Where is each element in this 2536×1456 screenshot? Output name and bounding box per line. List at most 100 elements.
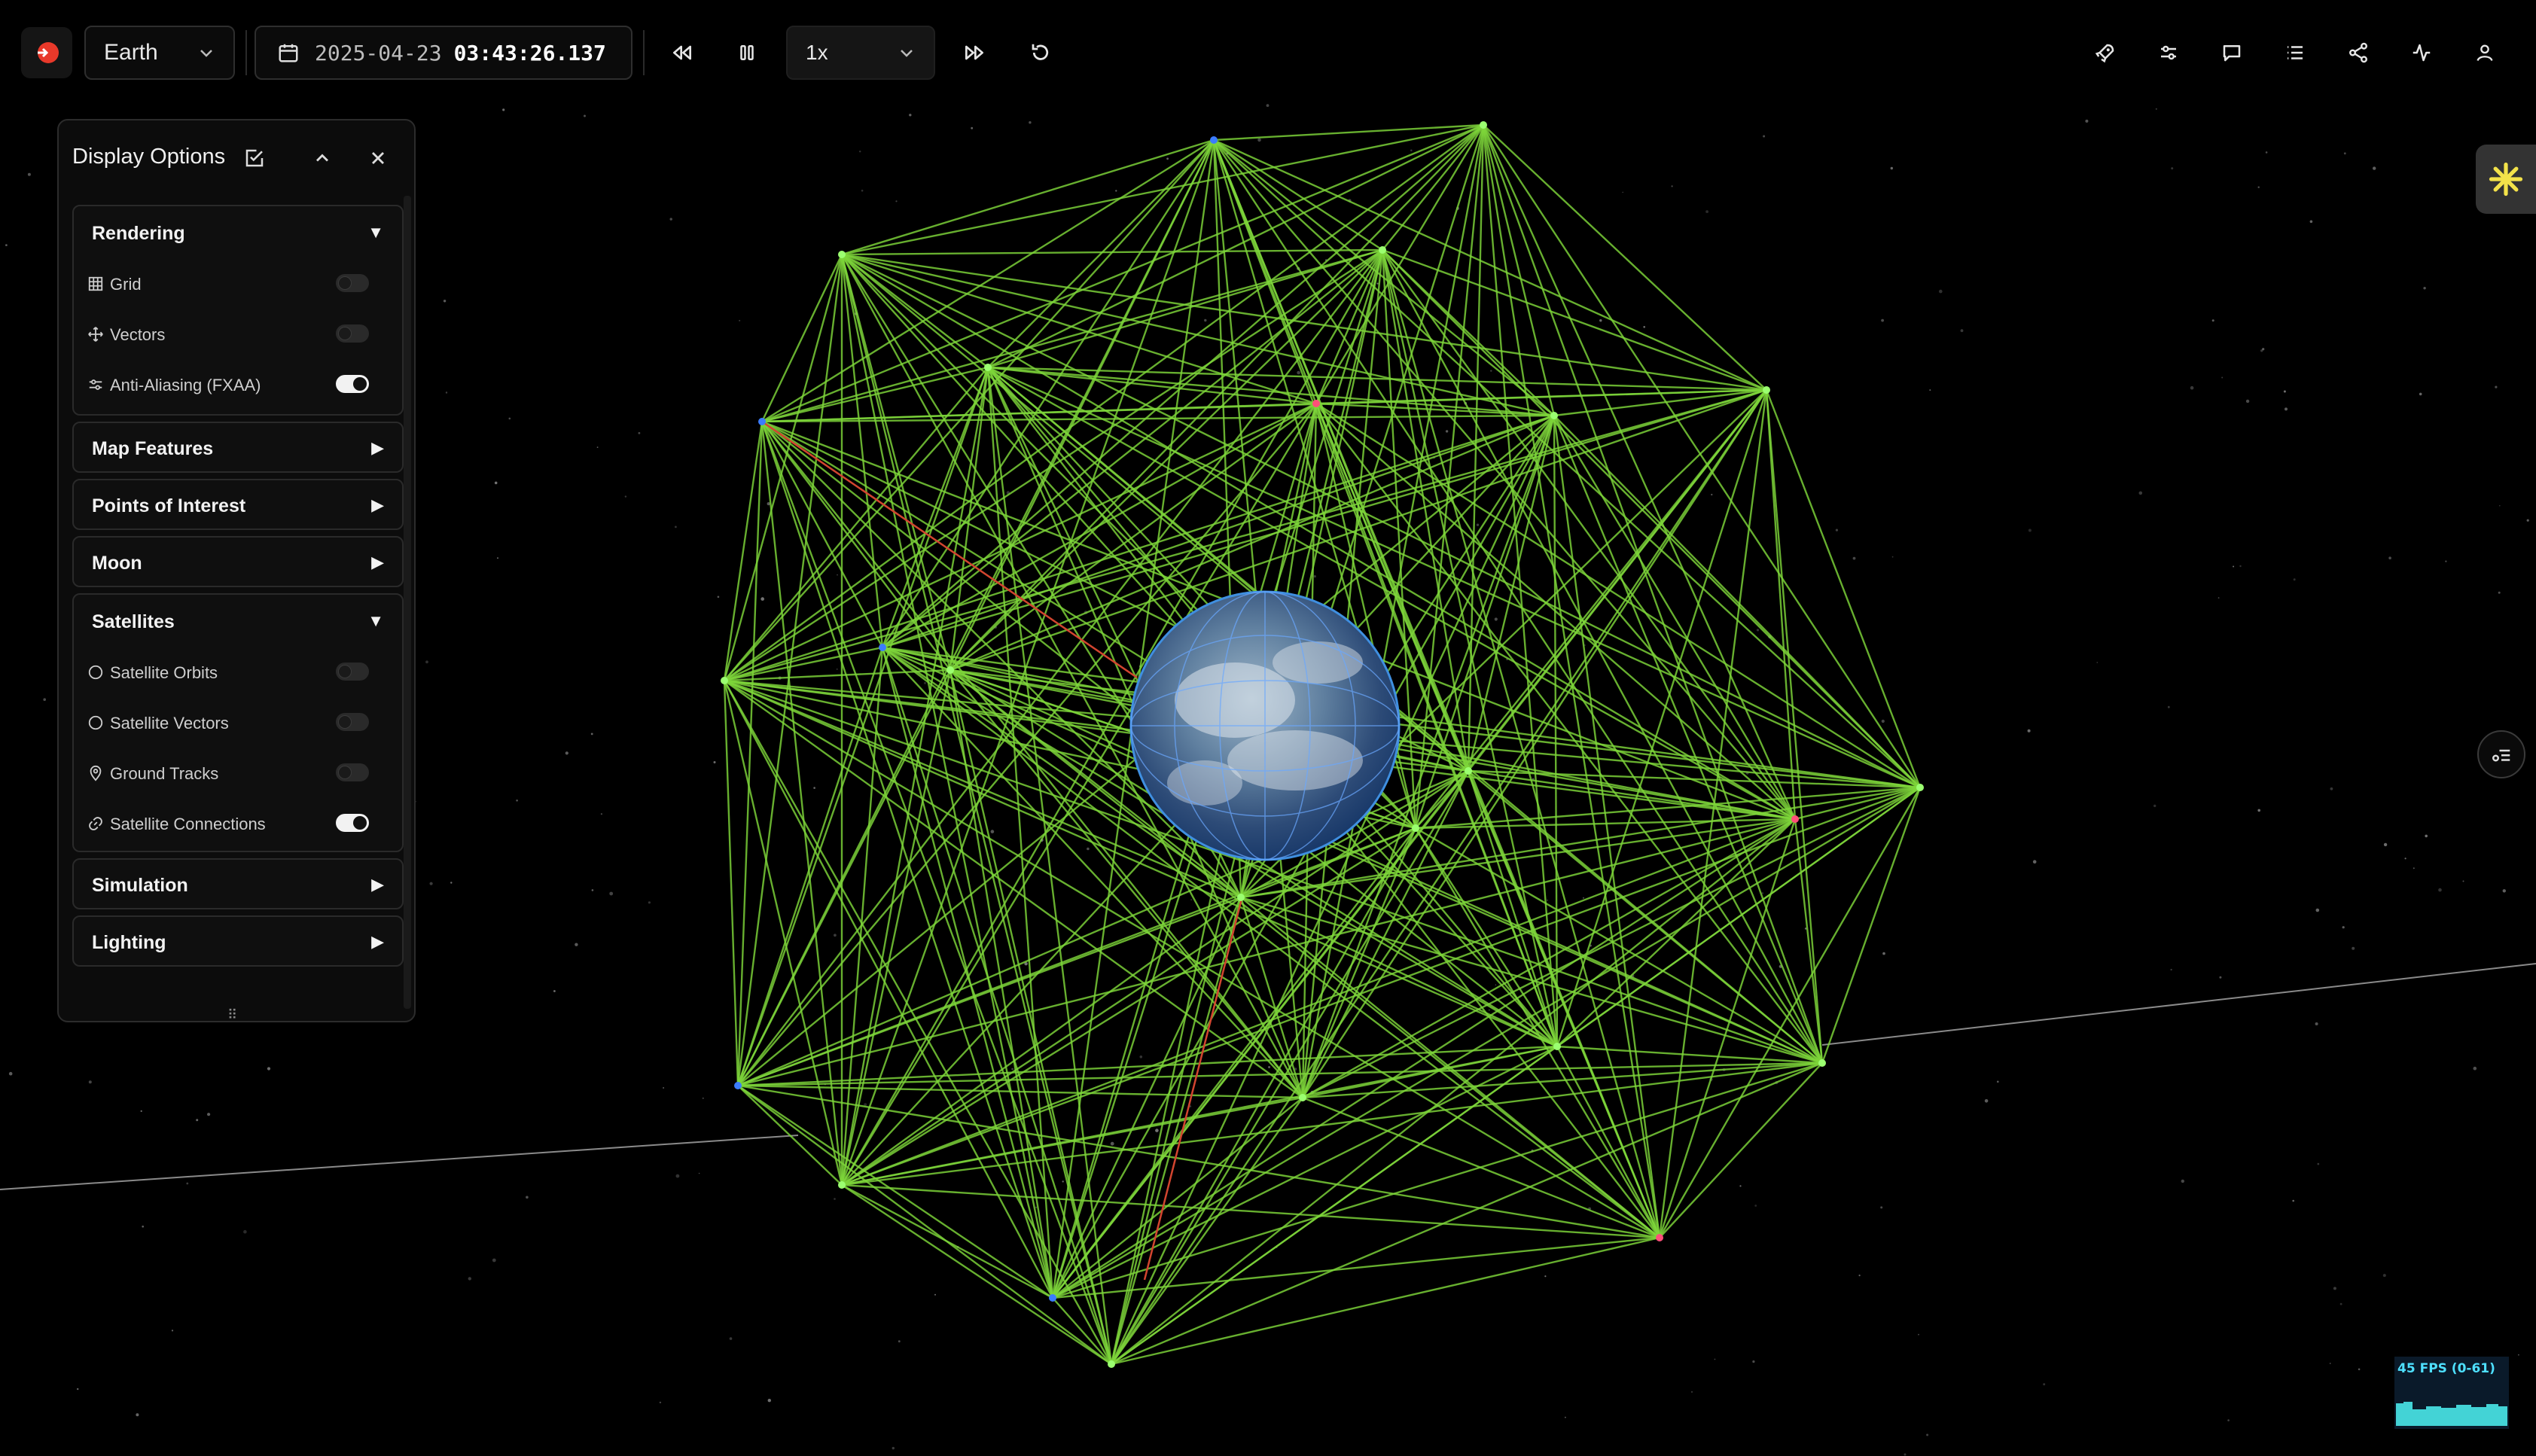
section-points-of-interest[interactable]: Points of Interest ▶ — [72, 479, 404, 530]
star — [142, 1225, 144, 1228]
satellite-orbits-toggle[interactable] — [336, 663, 369, 681]
star — [590, 733, 593, 736]
star — [2502, 889, 2506, 893]
connection-line — [736, 139, 1215, 1086]
connection-line — [841, 818, 1796, 1186]
star — [1756, 629, 1760, 632]
option-label: Ground Tracks — [110, 764, 219, 783]
list-button[interactable] — [2272, 30, 2318, 75]
grid-toggle[interactable] — [336, 274, 369, 292]
ground-tracks-toggle[interactable] — [336, 763, 369, 781]
star — [1204, 318, 1207, 322]
panel-header: Display Options — [59, 120, 414, 196]
satellite-vectors-toggle[interactable] — [336, 713, 369, 731]
star — [2342, 926, 2345, 929]
satellite-marker — [1656, 1234, 1663, 1241]
connection-line — [1483, 124, 1767, 391]
connection-line — [1111, 1236, 1660, 1366]
star — [1960, 329, 1964, 333]
star — [1110, 1141, 1114, 1146]
star — [924, 681, 926, 684]
star — [494, 481, 498, 485]
section-satellites-header[interactable]: Satellites ▼ — [74, 595, 402, 649]
option-label: Satellite Orbits — [110, 663, 218, 682]
star — [909, 114, 912, 117]
star — [2257, 809, 2260, 812]
vectors-toggle[interactable] — [336, 324, 369, 343]
satellite-marker — [1412, 824, 1419, 832]
chevron-down-icon — [901, 50, 913, 57]
chat-button[interactable] — [2209, 30, 2254, 75]
pause-icon — [740, 45, 754, 60]
connection-line — [841, 248, 1383, 256]
star — [1544, 1275, 1547, 1278]
legend-toggle-button[interactable] — [2477, 730, 2525, 778]
satellite-marker — [838, 1181, 846, 1189]
connection-line — [723, 680, 739, 1086]
caret-right-icon: ▶ — [371, 438, 384, 457]
app-logo[interactable] — [21, 27, 72, 78]
star — [1297, 370, 1300, 375]
panel-scrollbar[interactable] — [404, 196, 411, 1009]
star — [2096, 662, 2099, 663]
rewind-button[interactable] — [660, 30, 705, 75]
reset-icon — [1032, 44, 1049, 60]
activity-icon — [2413, 44, 2431, 62]
section-rendering-header[interactable]: Rendering ▼ — [74, 206, 402, 260]
satellite-connections-toggle[interactable] — [336, 814, 369, 832]
section-map-features[interactable]: Map Features ▶ — [72, 422, 404, 473]
star — [2043, 1383, 2046, 1386]
close-panel-button[interactable] — [363, 143, 393, 173]
star — [2190, 385, 2194, 390]
star — [1918, 1333, 1919, 1336]
star — [2317, 1162, 2320, 1165]
connection-line — [987, 123, 1484, 369]
body-select[interactable]: Earth — [84, 26, 235, 80]
connection-line — [723, 680, 843, 1186]
connection-line — [841, 123, 1484, 256]
datetime-picker[interactable]: 2025-04-23 03:43:26.137 — [255, 26, 632, 80]
select-all-button[interactable] — [239, 143, 270, 173]
star — [1376, 282, 1379, 285]
side-widget-tab[interactable] — [2476, 145, 2536, 214]
star — [2343, 152, 2346, 155]
star — [497, 557, 498, 559]
caret-right-icon: ▶ — [371, 553, 384, 571]
star — [2373, 166, 2376, 170]
collapse-panel-button[interactable] — [307, 143, 337, 173]
launch-button[interactable] — [2083, 30, 2128, 75]
section-title: Lighting — [92, 932, 166, 953]
user-button[interactable] — [2462, 30, 2507, 75]
star — [1599, 319, 1602, 322]
star — [207, 1113, 211, 1116]
satellite-marker — [734, 1082, 742, 1089]
star — [2498, 591, 2501, 594]
settings-button[interactable] — [2146, 30, 2191, 75]
satellite-marker — [879, 644, 886, 651]
star — [1410, 149, 1413, 152]
star — [2358, 1368, 2361, 1371]
caret-right-icon: ▶ — [371, 932, 384, 951]
activity-button[interactable] — [2399, 30, 2444, 75]
speed-select[interactable]: 1x — [786, 26, 935, 80]
option-label: Satellite Vectors — [110, 714, 229, 733]
star — [717, 595, 720, 599]
star — [140, 1110, 142, 1112]
connection-line — [949, 669, 1113, 1365]
pause-button[interactable] — [724, 30, 770, 75]
section-simulation[interactable]: Simulation ▶ — [72, 858, 404, 909]
section-moon[interactable]: Moon ▶ — [72, 536, 404, 587]
star — [2167, 705, 2170, 708]
satellite-marker — [1791, 815, 1799, 823]
reset-button[interactable] — [1018, 30, 1063, 75]
section-lighting[interactable]: Lighting ▶ — [72, 915, 404, 967]
star — [2032, 860, 2037, 864]
share-button[interactable] — [2336, 30, 2381, 75]
anti-aliasing-toggle[interactable] — [336, 375, 369, 393]
fast-forward-button[interactable] — [952, 30, 997, 75]
time-value: 03:43:26.137 — [453, 40, 606, 65]
star — [2233, 565, 2235, 568]
star — [675, 1174, 680, 1178]
star — [739, 319, 741, 321]
resize-grip-icon[interactable]: ⠿ — [227, 1007, 237, 1023]
